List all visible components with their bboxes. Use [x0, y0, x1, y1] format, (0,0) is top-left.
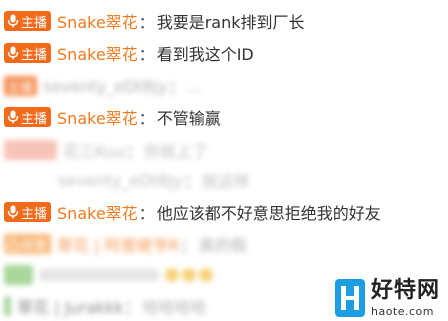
colon: ： [124, 298, 141, 317]
username[interactable]: 翠花 | 阿曾姥爷R [57, 232, 180, 256]
chat-message: 主播 Snake翠花 ： 他应该都不好意思拒绝我的好友 [4, 200, 381, 224]
message-text: 他应该都不好意思拒绝我的好友 [156, 204, 381, 223]
host-badge: 主播 [4, 202, 52, 222]
message-text: 哈哈哈哈 [142, 298, 207, 317]
chat-list: 主播 Snake翠花 ： 我要是rank排到厂长 主播 Snake翠花 ： 看到… [0, 0, 448, 321]
chat-message: 主播 Snake翠花 ： 不管输赢 [4, 105, 221, 129]
emoji-icon [199, 268, 213, 282]
badge-label: 房管 [21, 238, 48, 254]
username[interactable]: seventy_eDtBjy [58, 171, 183, 190]
chat-message-blurred: seventy_eDtBjy ： 就这样 [58, 168, 250, 192]
colon: ： [138, 13, 155, 32]
chat-message-blurred: 翠花 | Jurakkk ： 哈哈哈哈 [4, 294, 207, 318]
colon: ： [125, 142, 142, 161]
message-text: 不管输赢 [156, 109, 221, 128]
colon: ： [138, 45, 155, 64]
colon: ： [180, 236, 197, 255]
watermark-logo-icon [334, 279, 365, 317]
username[interactable]: 花三Kuu [63, 138, 125, 162]
message-text: 真的假 [198, 236, 247, 255]
colon: ： [168, 78, 185, 97]
chat-message-blurred: 花三Kuu ： 你就上了 [4, 138, 208, 162]
badge-label: 主播 [21, 111, 48, 127]
house-icon [7, 238, 19, 251]
chat-message-blurred: 主播 seventy_eDtBjy ： ... [4, 74, 202, 98]
chat-message: 主播 Snake翠花 ： 看到我这个ID [4, 41, 254, 65]
user-badge [4, 265, 33, 285]
badge-label: 主播 [7, 80, 34, 96]
user-badge [4, 140, 57, 160]
watermark-url: haote.com [370, 304, 434, 318]
host-badge: 主播 [4, 43, 52, 63]
message-text: 我要是rank排到厂长 [156, 13, 305, 32]
message-text: ... [186, 76, 202, 96]
badge-label: 主播 [21, 206, 48, 222]
colon: ： [183, 172, 200, 191]
host-badge: 主播 [4, 76, 38, 96]
microphone-icon [7, 110, 19, 124]
username[interactable]: Snake翠花 [57, 9, 138, 33]
watermark: 好特网 haote.com [334, 277, 440, 318]
username[interactable]: Snake翠花 [57, 200, 138, 224]
emoji-icon [165, 268, 179, 282]
microphone-icon [7, 14, 19, 28]
microphone-icon [7, 205, 19, 219]
username[interactable]: Snake翠花 [57, 105, 138, 129]
username[interactable]: 翠花 | Jurakkk [17, 294, 124, 318]
chat-message: 主播 Snake翠花 ： 我要是rank排到厂长 [4, 9, 304, 33]
host-badge: 主播 [4, 11, 52, 31]
watermark-title: 好特网 [370, 277, 440, 303]
message-text: 看到我这个ID [156, 45, 254, 64]
username[interactable]: Snake翠花 [57, 41, 138, 65]
colon: ： [138, 204, 155, 223]
room-admin-badge: 房管 [4, 234, 52, 254]
blurred-content [39, 269, 159, 281]
emoji-icon [182, 268, 196, 282]
colon: ： [138, 109, 155, 128]
microphone-icon [7, 46, 19, 60]
message-text: 你就上了 [144, 142, 209, 161]
badge-label: 主播 [21, 47, 48, 63]
chat-message-blurred: 房管 翠花 | 阿曾姥爷R ： 真的假 [4, 232, 247, 256]
h-logo-icon [340, 286, 359, 310]
message-text: 就这样 [201, 172, 250, 191]
user-badge [4, 296, 11, 316]
badge-label: 主播 [21, 15, 48, 31]
host-badge: 主播 [4, 107, 52, 127]
chat-message-blurred [4, 263, 216, 287]
username[interactable]: seventy_eDtBjy [43, 77, 168, 96]
